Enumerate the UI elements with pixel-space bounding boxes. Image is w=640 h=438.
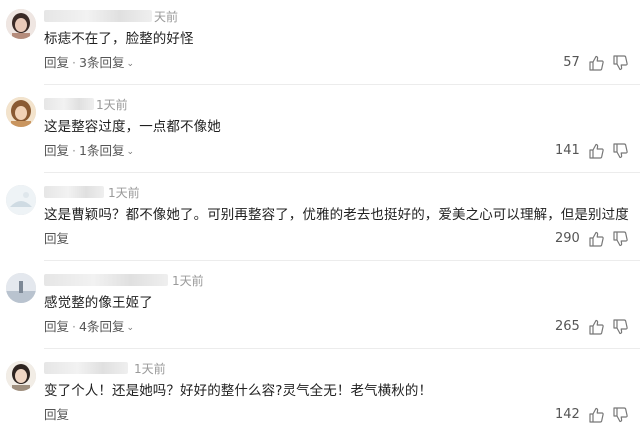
chevron-down-icon: ⌄ (126, 59, 134, 69)
comment-text: 这是曹颖吗？都不像她了。可别再整容了，优雅的老去也挺好的，爱美之心可以理解，但是… (44, 207, 629, 223)
thumbs-down-icon[interactable] (612, 54, 628, 71)
comment-time: 1天前 (108, 186, 140, 200)
thumbs-down-icon[interactable] (612, 230, 628, 247)
comment-actions: 回复 · 1条回复 ⌄ (44, 140, 134, 159)
comment-text: 感觉整的像王姬了 (44, 295, 153, 311)
comment-list: 天前 标痣不在了，脸整的好怪 回复 · 3条回复 ⌄ 57 1天前 这是整容过度… (0, 0, 640, 430)
comment-item: 1天前 这是整容过度，一点都不像她 回复 · 1条回复 ⌄ 141 (0, 88, 640, 174)
comment-text: 这是整容过度，一点都不像她 (44, 119, 221, 135)
view-replies-button[interactable]: 4条回复 ⌄ (79, 319, 134, 334)
comment-text: 标痣不在了，脸整的好怪 (44, 31, 194, 47)
chevron-down-icon: ⌄ (126, 323, 134, 333)
divider (44, 260, 640, 261)
username[interactable] (44, 362, 128, 374)
divider (44, 348, 640, 349)
comment-item: 1天前 变了个人！还是她吗？好好的整什么容?灵气全无！老气横秋的！ 回复 142 (0, 352, 640, 438)
comment-time: 1天前 (134, 362, 166, 376)
reply-button[interactable]: 回复 (44, 319, 69, 334)
like-count: 141 (554, 143, 580, 158)
comment-actions: 回复 (44, 228, 69, 247)
comment-item: 1天前 这是曹颖吗？都不像她了。可别再整容了，优雅的老去也挺好的，爱美之心可以理… (0, 176, 640, 262)
username[interactable] (44, 274, 168, 286)
username[interactable] (44, 186, 104, 198)
comment-actions: 回复 (44, 404, 69, 423)
comment-time: 1天前 (172, 274, 204, 288)
like-count: 142 (554, 407, 580, 422)
username[interactable] (44, 98, 94, 110)
avatar[interactable] (6, 9, 36, 39)
thumbs-up-icon[interactable] (588, 407, 604, 423)
replies-count: 4条回复 (79, 319, 125, 334)
like-controls: 290 (554, 228, 628, 247)
username[interactable] (44, 10, 152, 22)
thumbs-up-icon[interactable] (588, 55, 604, 71)
like-count: 265 (554, 319, 580, 334)
thumbs-up-icon[interactable] (588, 319, 604, 335)
divider (44, 84, 640, 85)
thumbs-down-icon[interactable] (612, 318, 628, 335)
comment-item: 天前 标痣不在了，脸整的好怪 回复 · 3条回复 ⌄ 57 (0, 0, 640, 86)
view-replies-button[interactable]: 3条回复 ⌄ (79, 55, 134, 70)
like-count: 290 (554, 231, 580, 246)
separator: · (72, 143, 76, 158)
comment-actions: 回复 · 4条回复 ⌄ (44, 316, 134, 335)
like-controls: 141 (554, 140, 628, 159)
like-controls: 57 (563, 52, 628, 71)
like-controls: 142 (554, 404, 628, 423)
replies-count: 3条回复 (79, 55, 125, 70)
comment-actions: 回复 · 3条回复 ⌄ (44, 52, 134, 71)
view-replies-button[interactable]: 1条回复 ⌄ (79, 143, 134, 158)
comment-time: 天前 (154, 10, 179, 24)
like-controls: 265 (554, 316, 628, 335)
avatar[interactable] (6, 273, 36, 303)
chevron-down-icon: ⌄ (126, 147, 134, 157)
like-count: 57 (563, 55, 580, 70)
comment-text: 变了个人！还是她吗？好好的整什么容?灵气全无！老气横秋的！ (44, 383, 433, 399)
reply-button[interactable]: 回复 (44, 231, 69, 246)
separator: · (72, 55, 76, 70)
thumbs-down-icon[interactable] (612, 406, 628, 423)
avatar[interactable] (6, 97, 36, 127)
thumbs-up-icon[interactable] (588, 143, 604, 159)
reply-button[interactable]: 回复 (44, 407, 69, 422)
divider (44, 172, 640, 173)
avatar[interactable] (6, 185, 36, 215)
thumbs-down-icon[interactable] (612, 142, 628, 159)
separator: · (72, 319, 76, 334)
reply-button[interactable]: 回复 (44, 55, 69, 70)
avatar[interactable] (6, 361, 36, 391)
comment-time: 1天前 (96, 98, 128, 112)
thumbs-up-icon[interactable] (588, 231, 604, 247)
replies-count: 1条回复 (79, 143, 125, 158)
comment-item: 1天前 感觉整的像王姬了 回复 · 4条回复 ⌄ 265 (0, 264, 640, 350)
reply-button[interactable]: 回复 (44, 143, 69, 158)
